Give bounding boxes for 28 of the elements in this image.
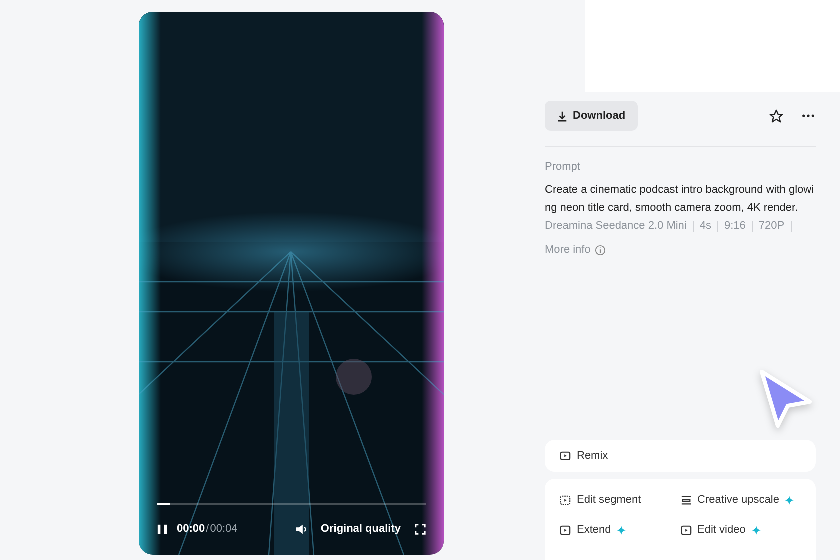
- info-icon[interactable]: [594, 244, 606, 256]
- star-icon[interactable]: [769, 108, 784, 124]
- video-icon: [560, 450, 571, 462]
- video-icon: [560, 524, 571, 536]
- meta-tag: 4s: [700, 221, 718, 232]
- current-time: 00:00: [177, 523, 206, 535]
- video-icon: [560, 494, 571, 506]
- action-button[interactable]: Extend: [560, 515, 680, 545]
- upscale-icon: [680, 494, 692, 506]
- download-button[interactable]: Download: [545, 101, 638, 131]
- video-icon: [680, 524, 692, 536]
- remix-button[interactable]: Remix: [545, 440, 816, 472]
- action-button[interactable]: Edit segment: [560, 485, 680, 515]
- pause-icon[interactable]: [157, 524, 168, 534]
- download-icon: [557, 110, 568, 122]
- quality-button[interactable]: Original quality: [320, 523, 401, 535]
- fullscreen-icon[interactable]: [415, 524, 426, 534]
- prompt-label: Prompt: [545, 161, 582, 173]
- meta-tag: 9:16: [724, 221, 753, 232]
- meta-tag: Dreamina Seedance 2.0 Mini: [545, 221, 694, 232]
- duration: 00:04: [210, 523, 238, 535]
- volume-icon[interactable]: [294, 524, 309, 534]
- action-button[interactable]: Edit video: [680, 515, 801, 545]
- more-icon[interactable]: [802, 114, 815, 118]
- time-separator: /: [206, 523, 210, 535]
- action-button[interactable]: Creative upscale: [680, 485, 801, 515]
- prompt-text: Create a cinematic podcast intro background with glowing neon title card, smooth camera zoom, 4K render.: [545, 183, 816, 216]
- meta-tag: 720P: [758, 221, 792, 232]
